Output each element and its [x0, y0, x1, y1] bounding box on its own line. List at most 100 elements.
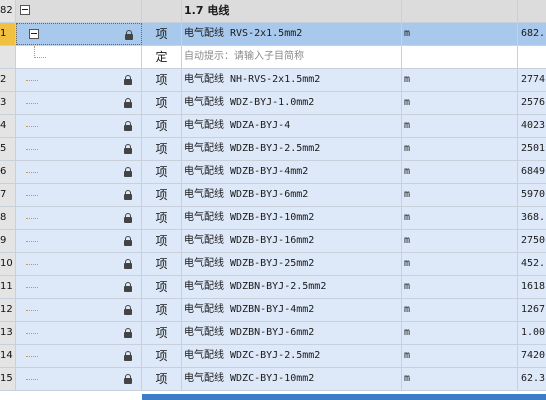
lock-icon[interactable]	[124, 374, 132, 384]
item-type[interactable]: 项	[142, 138, 182, 160]
item-quantity[interactable]: 2774	[518, 69, 546, 91]
item-name[interactable]: 电气配线 WDZA-BYJ-4	[182, 115, 402, 137]
item-unit[interactable]: m	[402, 23, 518, 45]
table-row[interactable]: 13 项电气配线 WDZBN-BYJ-6mm2 m 1.00	[0, 322, 546, 345]
table-row[interactable]: 2 项电气配线 NH-RVS-2x1.5mm2 m 2774	[0, 69, 546, 92]
collapse-toggle-icon[interactable]	[29, 29, 39, 39]
item-name[interactable]: 电气配线 RVS-2x1.5mm2	[182, 23, 402, 45]
table-row[interactable]: 11 项电气配线 WDZBN-BYJ-2.5mm2 m 1618	[0, 276, 546, 299]
horizontal-scrollbar[interactable]	[142, 394, 546, 400]
unit-cell[interactable]	[402, 46, 518, 68]
item-type[interactable]: 项	[142, 276, 182, 298]
lock-icon[interactable]	[124, 98, 132, 108]
lock-icon[interactable]	[124, 236, 132, 246]
item-type[interactable]: 项	[142, 299, 182, 321]
lock-icon[interactable]	[124, 213, 132, 223]
table-row[interactable]: 4 项电气配线 WDZA-BYJ-4 m 4023	[0, 115, 546, 138]
item-name[interactable]: 电气配线 WDZB-BYJ-6mm2	[182, 184, 402, 206]
item-unit[interactable]: m	[402, 253, 518, 275]
item-quantity[interactable]: 4023	[518, 115, 546, 137]
lock-icon[interactable]	[124, 167, 132, 177]
item-name[interactable]: 电气配线 WDZ-BYJ-1.0mm2	[182, 92, 402, 114]
lock-icon[interactable]	[124, 144, 132, 154]
item-type[interactable]: 项	[142, 161, 182, 183]
item-quantity[interactable]: 1267	[518, 299, 546, 321]
lock-icon[interactable]	[124, 259, 132, 269]
item-unit[interactable]: m	[402, 161, 518, 183]
table-row[interactable]: 6 项电气配线 WDZB-BYJ-4mm2 m 6849	[0, 161, 546, 184]
item-type[interactable]: 项	[142, 345, 182, 367]
table-row[interactable]: 12 项电气配线 WDZBN-BYJ-4mm2 m 1267	[0, 299, 546, 322]
item-unit[interactable]: m	[402, 299, 518, 321]
item-name[interactable]: 电气配线 WDZB-BYJ-4mm2	[182, 161, 402, 183]
item-type[interactable]: 项	[142, 230, 182, 252]
table-row[interactable]: 15 项电气配线 WDZC-BYJ-10mm2 m 62.3	[0, 368, 546, 391]
collapse-toggle-icon[interactable]	[20, 5, 30, 15]
tree-cell[interactable]	[16, 23, 142, 45]
table-row[interactable]: 14 项电气配线 WDZC-BYJ-2.5mm2 m 7420	[0, 345, 546, 368]
lock-icon[interactable]	[124, 282, 132, 292]
item-type[interactable]: 项	[142, 184, 182, 206]
item-type[interactable]: 项	[142, 69, 182, 91]
item-type[interactable]: 项	[142, 115, 182, 137]
item-quantity[interactable]: 368.	[518, 207, 546, 229]
item-quantity[interactable]: 2501	[518, 138, 546, 160]
item-quantity[interactable]: 7420	[518, 345, 546, 367]
item-type[interactable]: 项	[142, 23, 182, 45]
lock-icon[interactable]	[125, 30, 133, 40]
lock-icon[interactable]	[124, 328, 132, 338]
item-name[interactable]: 电气配线 WDZB-BYJ-10mm2	[182, 207, 402, 229]
item-unit[interactable]: m	[402, 207, 518, 229]
item-unit[interactable]: m	[402, 115, 518, 137]
lock-icon[interactable]	[124, 351, 132, 361]
item-unit[interactable]: m	[402, 368, 518, 390]
item-type[interactable]: 项	[142, 207, 182, 229]
table-row[interactable]: 8 项电气配线 WDZB-BYJ-10mm2 m 368.	[0, 207, 546, 230]
item-quantity[interactable]: 6849	[518, 161, 546, 183]
item-quantity[interactable]: 452.	[518, 253, 546, 275]
item-quantity[interactable]: 1618	[518, 276, 546, 298]
item-unit[interactable]: m	[402, 92, 518, 114]
item-unit[interactable]: m	[402, 69, 518, 91]
item-type[interactable]: 项	[142, 92, 182, 114]
table-row[interactable]: 7 项电气配线 WDZB-BYJ-6mm2 m 5970	[0, 184, 546, 207]
section-header-row[interactable]: 82 1.7 电线	[0, 0, 546, 23]
table-row[interactable]: 10 项电气配线 WDZB-BYJ-25mm2 m 452.	[0, 253, 546, 276]
item-type[interactable]: 项	[142, 368, 182, 390]
lock-icon[interactable]	[124, 121, 132, 131]
qty-cell[interactable]	[518, 46, 546, 68]
lock-icon[interactable]	[124, 305, 132, 315]
table-row[interactable]: 5 项电气配线 WDZB-BYJ-2.5mm2 m 2501	[0, 138, 546, 161]
item-quantity[interactable]: 2576	[518, 92, 546, 114]
table-row[interactable]: 3 项电气配线 WDZ-BYJ-1.0mm2 m 2576	[0, 92, 546, 115]
item-name[interactable]: 电气配线 WDZB-BYJ-25mm2	[182, 253, 402, 275]
item-quantity[interactable]: 2750	[518, 230, 546, 252]
item-name[interactable]: 电气配线 WDZBN-BYJ-4mm2	[182, 299, 402, 321]
item-type[interactable]: 项	[142, 322, 182, 344]
lock-icon[interactable]	[124, 75, 132, 85]
item-unit[interactable]: m	[402, 230, 518, 252]
item-name[interactable]: 电气配线 NH-RVS-2x1.5mm2	[182, 69, 402, 91]
item-name[interactable]: 电气配线 WDZBN-BYJ-2.5mm2	[182, 276, 402, 298]
table-row[interactable]: 9 项电气配线 WDZB-BYJ-16mm2 m 2750	[0, 230, 546, 253]
item-quantity[interactable]: 62.3	[518, 368, 546, 390]
item-name[interactable]: 电气配线 WDZBN-BYJ-6mm2	[182, 322, 402, 344]
item-quantity[interactable]: 5970	[518, 184, 546, 206]
item-name[interactable]: 电气配线 WDZC-BYJ-10mm2	[182, 368, 402, 390]
item-unit[interactable]: m	[402, 322, 518, 344]
item-unit[interactable]: m	[402, 138, 518, 160]
item-unit[interactable]: m	[402, 184, 518, 206]
item-type[interactable]: 定	[142, 46, 182, 68]
item-name[interactable]: 电气配线 WDZB-BYJ-16mm2	[182, 230, 402, 252]
item-unit[interactable]: m	[402, 276, 518, 298]
item-name[interactable]: 电气配线 WDZB-BYJ-2.5mm2	[182, 138, 402, 160]
sub-item-hint-row[interactable]: 定 自动提示：请输入子目简称	[0, 46, 546, 69]
item-name[interactable]: 电气配线 WDZC-BYJ-2.5mm2	[182, 345, 402, 367]
selected-item-row[interactable]: 1 项 电气配线 RVS-2x1.5mm2 m 682.	[0, 23, 546, 46]
sub-item-input[interactable]: 自动提示：请输入子目简称	[182, 46, 402, 68]
item-type[interactable]: 项	[142, 253, 182, 275]
item-quantity[interactable]: 682.	[518, 23, 546, 45]
item-unit[interactable]: m	[402, 345, 518, 367]
item-quantity[interactable]: 1.00	[518, 322, 546, 344]
lock-icon[interactable]	[124, 190, 132, 200]
